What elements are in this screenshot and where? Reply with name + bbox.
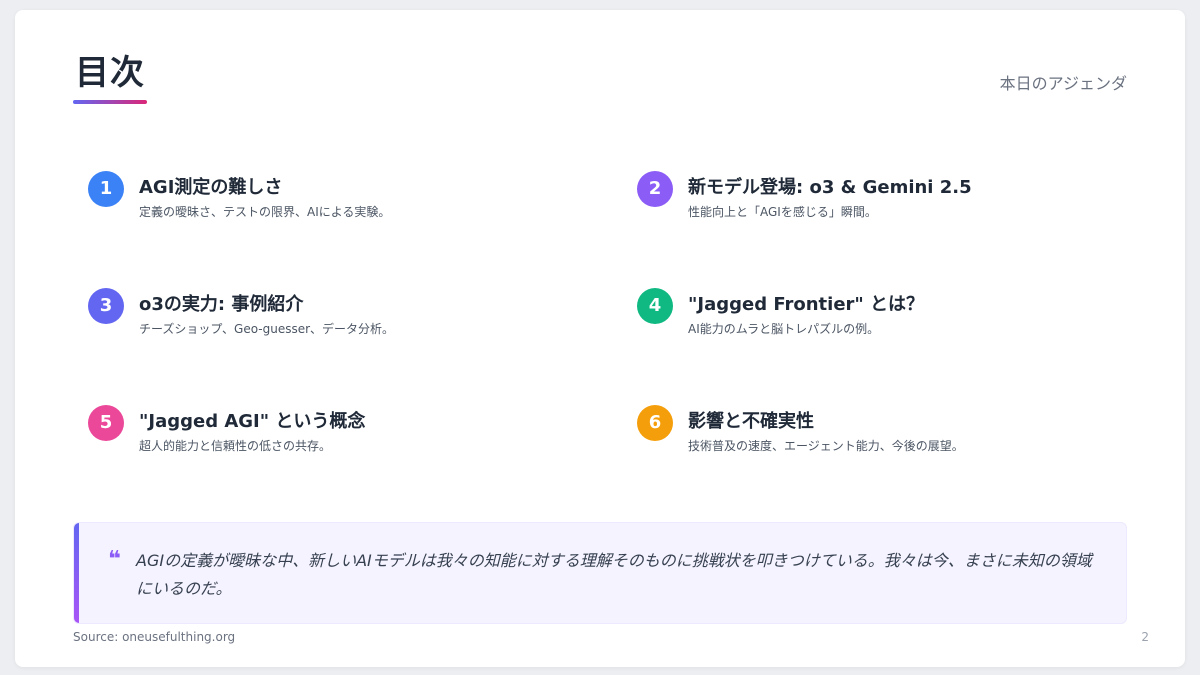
item-number-badge: 2: [637, 171, 673, 207]
agenda-item-1: 1 AGI測定の難しさ 定義の曖昧さ、テストの限界、AIによる実験。: [88, 171, 588, 231]
item-description: 技術普及の速度、エージェント能力、今後の展望。: [688, 439, 964, 453]
quote-text: AGIの定義が曖昧な中、新しいAIモデルは我々の知能に対する理解そのものに挑戦状…: [136, 551, 1092, 598]
item-title: AGI測定の難しさ: [139, 177, 283, 198]
page-subtitle: 本日のアジェンダ: [999, 74, 1127, 93]
item-description: チーズショップ、Geo-guesser、データ分析。: [139, 322, 395, 336]
item-number-badge: 3: [88, 288, 124, 324]
item-title: 新モデル登場: o3 & Gemini 2.5: [688, 177, 972, 198]
page-number: 2: [1141, 630, 1149, 644]
source-citation: Source: oneusefulthing.org: [73, 630, 236, 644]
agenda-item-2: 2 新モデル登場: o3 & Gemini 2.5 性能向上と「AGIを感じる」…: [637, 171, 1137, 231]
agenda-item-4: 4 "Jagged Frontier" とは？ AI能力のムラと脳トレパズルの例…: [637, 288, 1137, 348]
item-number-badge: 1: [88, 171, 124, 207]
item-title: "Jagged AGI" という概念: [139, 411, 366, 432]
agenda-item-5: 5 "Jagged AGI" という概念 超人的能力と信頼性の低さの共存。: [88, 405, 588, 465]
item-description: 超人的能力と信頼性の低さの共存。: [139, 439, 332, 453]
item-title: 影響と不確実性: [688, 411, 814, 432]
agenda-item-6: 6 影響と不確実性 技術普及の速度、エージェント能力、今後の展望。: [637, 405, 1137, 465]
item-description: 定義の曖昧さ、テストの限界、AIによる実験。: [139, 205, 391, 219]
item-description: 性能向上と「AGIを感じる」瞬間。: [688, 205, 877, 219]
quote-accent-bar: [74, 523, 79, 623]
page-title: 目次: [75, 53, 145, 93]
item-description: AI能力のムラと脳トレパズルの例。: [688, 322, 880, 336]
item-number-badge: 6: [637, 405, 673, 441]
item-title: "Jagged Frontier" とは？: [688, 294, 925, 315]
quote-icon: ❝: [108, 547, 121, 572]
title-underline: [73, 100, 147, 104]
agenda-item-3: 3 o3の実力: 事例紹介 チーズショップ、Geo-guesser、データ分析。: [88, 288, 588, 348]
item-number-badge: 4: [637, 288, 673, 324]
item-number-badge: 5: [88, 405, 124, 441]
item-title: o3の実力: 事例紹介: [139, 294, 304, 315]
slide: 目次 本日のアジェンダ 1 AGI測定の難しさ 定義の曖昧さ、テストの限界、AI…: [15, 10, 1185, 667]
quote-box: ❝ AGIの定義が曖昧な中、新しいAIモデルは我々の知能に対する理解そのものに挑…: [73, 522, 1127, 624]
